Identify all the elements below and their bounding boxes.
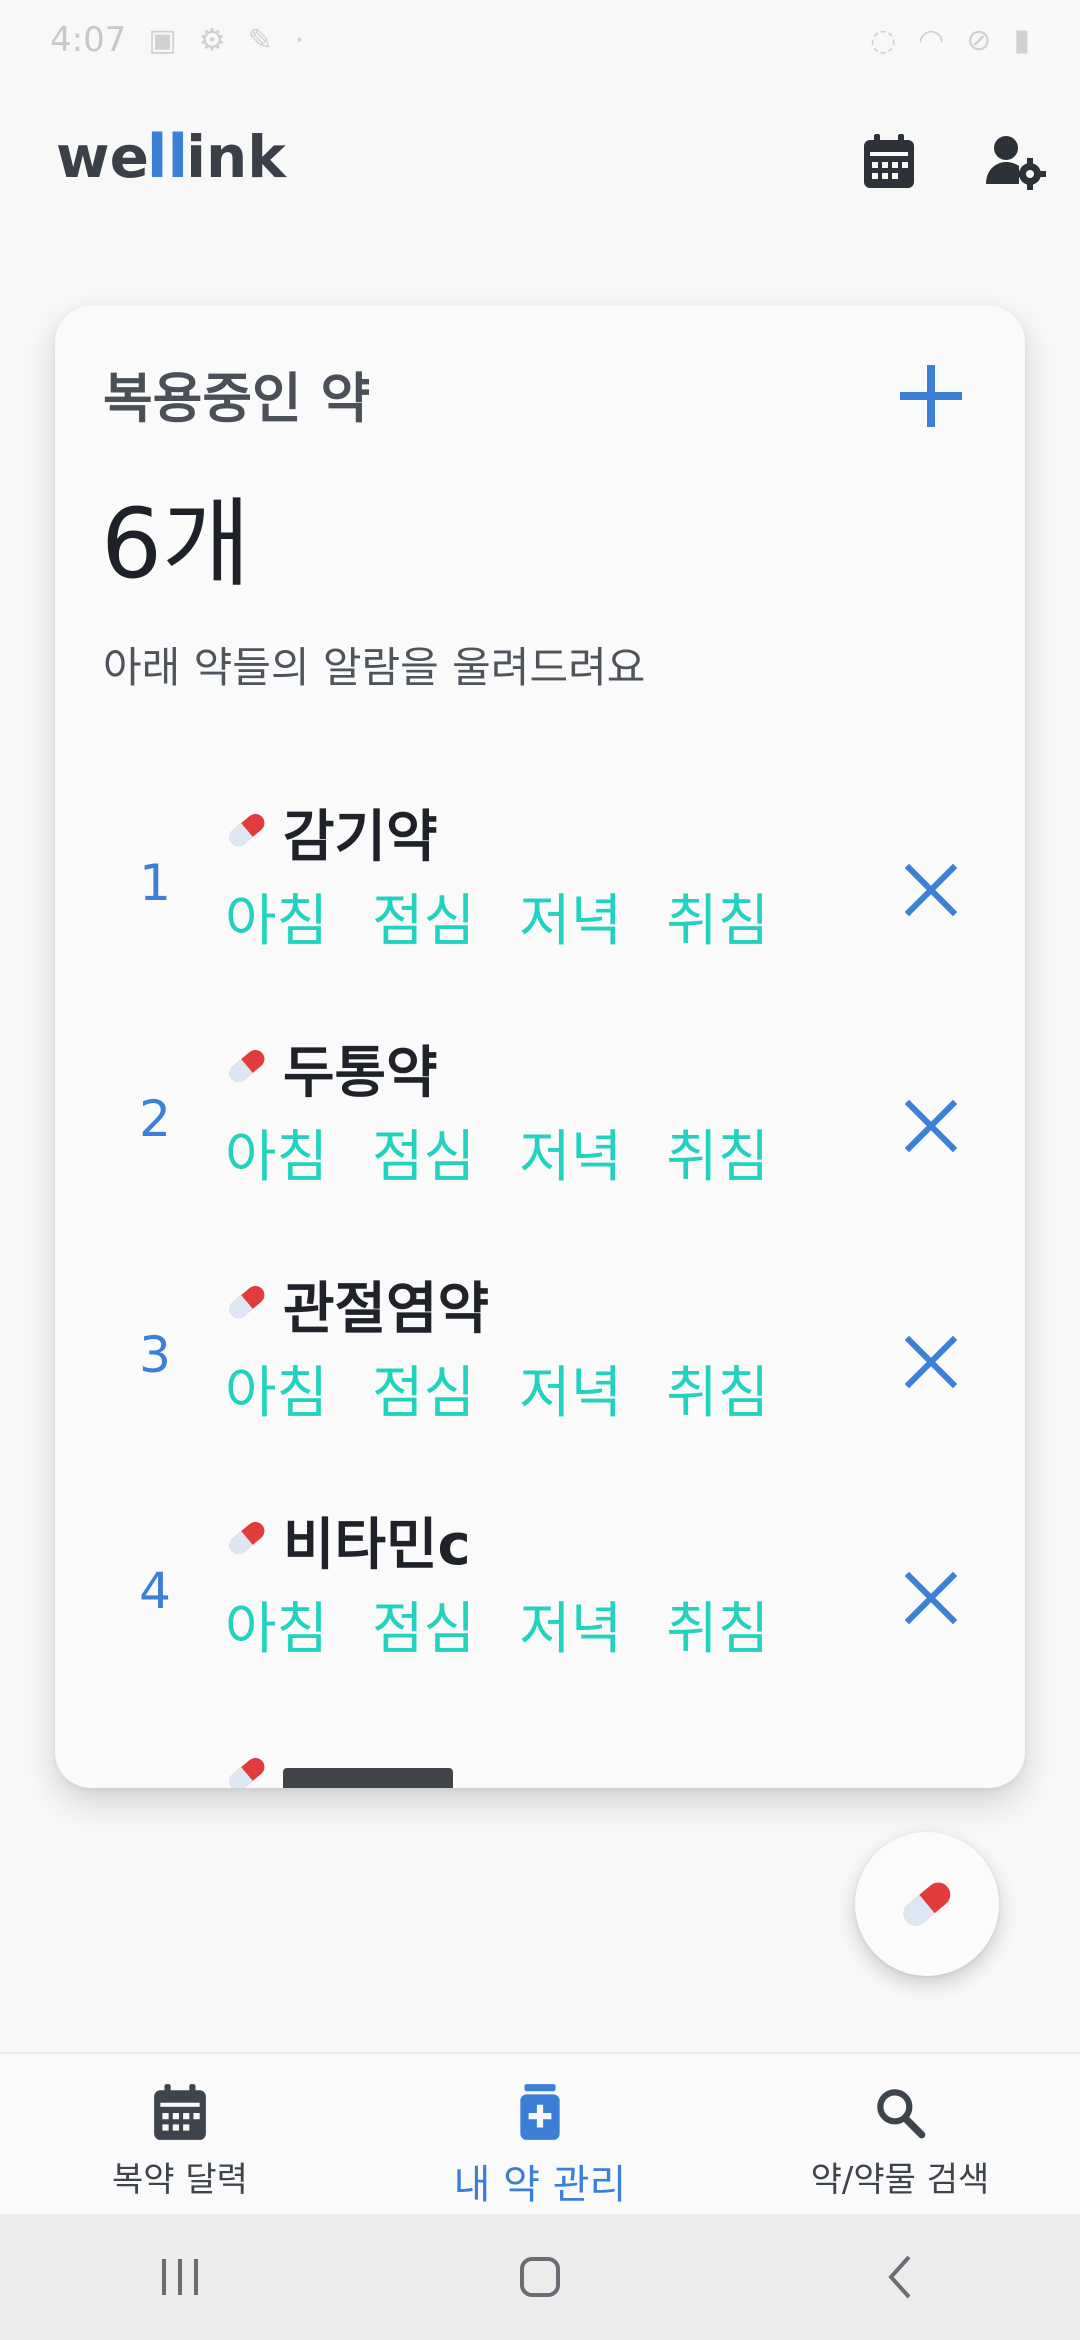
recent-apps-button[interactable] (140, 2237, 220, 2317)
home-icon (520, 2257, 560, 2297)
medication-times: 아침 점심 저녁 취침 (225, 1112, 769, 1193)
medication-card: 복용중인 약 6개 아래 약들의 알람을 울려드려요 1 감기약 아침 점심 저… (55, 306, 1025, 1788)
nav-item-my-medications[interactable]: 내 약 관리 (360, 2054, 720, 2216)
close-icon (905, 1336, 957, 1388)
close-icon (905, 1572, 957, 1624)
wifi-icon: ◠ (918, 22, 945, 58)
medication-item[interactable]: 4 비타민c 아침 점심 저녁 취침 (55, 1484, 1025, 1720)
tool-notification-icon: ✎ (247, 22, 273, 58)
pill-icon (229, 1757, 265, 1788)
time-evening: 저녁 (519, 889, 623, 954)
remove-medication-button[interactable] (885, 1080, 977, 1172)
remove-medication-button[interactable] (885, 844, 977, 936)
pill-icon (229, 1049, 265, 1083)
app-header: we ll ink (0, 100, 1080, 220)
medicine-bottle-icon (520, 2084, 560, 2140)
medication-times: 아침 점심 저녁 취침 (225, 1584, 769, 1665)
close-icon (905, 1100, 957, 1152)
time-bedtime: 취침 (666, 889, 770, 954)
user-settings-button[interactable] (980, 126, 1050, 196)
user-settings-icon (986, 136, 1046, 190)
time-bedtime: 취침 (666, 1125, 770, 1190)
medication-number: 2 (139, 1090, 171, 1148)
bottom-navigation: 복약 달력 내 약 관리 약/약물 검색 (0, 2052, 1080, 2216)
nav-label: 약/약물 검색 (810, 2160, 990, 2200)
medication-number: 3 (139, 1326, 171, 1384)
logo-text-mid: ll (146, 122, 189, 192)
medication-name: 감기약 (283, 805, 438, 870)
medication-times: 아침 점심 저녁 취침 (225, 1348, 769, 1429)
status-left: 4:07 ▣ ⚙ ✎ · (50, 20, 304, 60)
calendar-button[interactable] (854, 126, 924, 196)
nav-label: 내 약 관리 (453, 2162, 627, 2208)
status-time: 4:07 (50, 20, 127, 60)
back-button[interactable] (860, 2237, 940, 2317)
time-morning: 아침 (225, 1361, 329, 1426)
medication-item[interactable]: 2 두통약 아침 점심 저녁 취침 (55, 1012, 1025, 1248)
medication-number: 4 (139, 1562, 171, 1620)
nav-label: 복약 달력 (112, 2160, 248, 2200)
back-icon (888, 2255, 911, 2299)
time-lunch: 점심 (372, 889, 476, 954)
time-evening: 저녁 (519, 1125, 623, 1190)
app-logo: we ll ink (56, 122, 286, 192)
remove-medication-button[interactable] (885, 1316, 977, 1408)
time-evening: 저녁 (519, 1361, 623, 1426)
card-subtitle: 아래 약들의 알람을 울려드려요 (103, 643, 646, 692)
medication-number: 1 (139, 854, 171, 912)
medication-item[interactable]: 3 관절염약 아침 점심 저녁 취침 (55, 1248, 1025, 1484)
system-navigation-bar (0, 2214, 1080, 2340)
recent-apps-icon (162, 2259, 198, 2295)
time-lunch: 점심 (372, 1361, 476, 1426)
add-medication-button[interactable] (885, 350, 977, 442)
medication-name: 관절염약 (283, 1277, 490, 1342)
calendar-icon (864, 134, 914, 188)
mute-icon: ◌ (869, 22, 897, 58)
plus-icon (900, 365, 962, 427)
close-icon (905, 864, 957, 916)
medication-name-clipped (283, 1768, 453, 1788)
time-morning: 아침 (225, 889, 329, 954)
time-lunch: 점심 (372, 1597, 476, 1662)
time-evening: 저녁 (519, 1597, 623, 1662)
search-icon (877, 2089, 926, 2139)
nav-item-medication-calendar[interactable]: 복약 달력 (0, 2054, 360, 2216)
medication-item[interactable]: 1 감기약 아침 점심 저녁 취침 (55, 776, 1025, 1012)
status-right: ◌ ◠ ⊘ ▮ (870, 23, 1030, 58)
pill-icon (229, 813, 265, 847)
time-bedtime: 취침 (666, 1597, 770, 1662)
nav-item-drug-search[interactable]: 약/약물 검색 (720, 2054, 1080, 2216)
time-morning: 아침 (225, 1125, 329, 1190)
medication-times: 아침 점심 저녁 취침 (225, 876, 769, 957)
settings-notification-icon: ⚙ (198, 22, 226, 58)
medication-count: 6개 (101, 488, 251, 600)
logo-text-left: we (56, 123, 149, 191)
pill-fab-button[interactable] (855, 1832, 999, 1976)
battery-icon: ▮ (1013, 22, 1030, 58)
more-notifications-icon: · (294, 22, 305, 58)
gallery-notification-icon: ▣ (148, 22, 177, 58)
pill-icon (229, 1521, 265, 1555)
calendar-icon (154, 2084, 206, 2140)
status-bar: 4:07 ▣ ⚙ ✎ · ◌ ◠ ⊘ ▮ (0, 0, 1080, 80)
pill-icon (903, 1882, 951, 1926)
home-button[interactable] (500, 2237, 580, 2317)
time-bedtime: 취침 (666, 1361, 770, 1426)
medication-list: 1 감기약 아침 점심 저녁 취침 2 두통약 아침 점심 저녁 취침 3 관절… (55, 776, 1025, 1788)
logo-text-right: ink (186, 123, 286, 191)
remove-medication-button[interactable] (885, 1552, 977, 1644)
card-title: 복용중인 약 (103, 367, 371, 430)
pill-icon (229, 1285, 265, 1319)
medication-name: 두통약 (283, 1041, 438, 1106)
medication-item-partial[interactable] (55, 1720, 1025, 1788)
medication-name: 비타민c (283, 1513, 471, 1578)
time-lunch: 점심 (372, 1125, 476, 1190)
time-morning: 아침 (225, 1597, 329, 1662)
do-not-disturb-icon: ⊘ (966, 22, 992, 58)
